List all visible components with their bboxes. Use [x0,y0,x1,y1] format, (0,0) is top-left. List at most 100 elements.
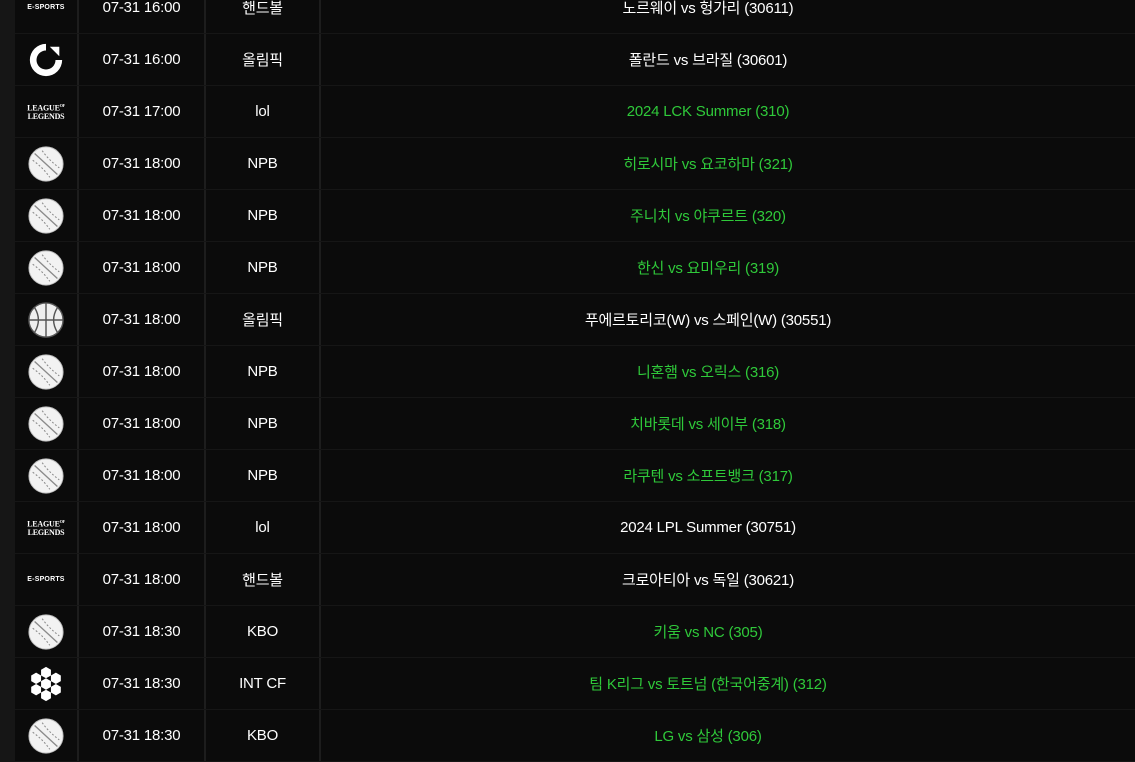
league-name: 올림픽 [206,34,321,85]
sport-icon-cell [15,606,79,657]
league-name: 핸드볼 [206,0,321,33]
sport-icon-cell [15,138,79,189]
soccer-icon [31,666,61,701]
match-time: 07-31 17:00 [79,86,206,137]
match-cell[interactable]: 니혼햄 vs 오릭스 (316) [321,346,1135,397]
sport-icon-cell [15,450,79,501]
baseball-icon [28,353,64,390]
baseball-icon [28,197,64,234]
sport-icon-cell [15,398,79,449]
baseball-icon [28,717,64,754]
table-row[interactable]: 07-31 18:30 KBO 키움 vs NC (305) [15,606,1135,657]
baseball-icon [28,145,64,182]
esports-icon: E-SPORTS [27,4,65,11]
match-cell[interactable]: 키움 vs NC (305) [321,606,1135,657]
league-name: NPB [206,346,321,397]
match-cell[interactable]: 치바롯데 vs 세이부 (318) [321,398,1135,449]
match-time: 07-31 18:00 [79,346,206,397]
league-name: NPB [206,398,321,449]
match-cell[interactable]: 라쿠텐 vs 소프트뱅크 (317) [321,450,1135,501]
match-link[interactable]: 주니치 vs 야쿠르트 (320) [630,205,786,226]
league-name: 올림픽 [206,294,321,345]
match-cell[interactable]: 히로시마 vs 요코하마 (321) [321,138,1135,189]
table-row[interactable]: 07-31 18:00 올림픽 푸에르토리코(W) vs 스페인(W) (305… [15,294,1135,345]
match-link[interactable]: 치바롯데 vs 세이부 (318) [630,413,786,434]
match-link[interactable]: 한신 vs 요미우리 (319) [637,257,779,278]
match-time: 07-31 18:00 [79,242,206,293]
table-row[interactable]: E-SPORTS 07-31 16:00 핸드볼 노르웨이 vs 헝가리 (30… [15,0,1135,33]
league-name: KBO [206,710,321,761]
match-link[interactable]: 2024 LCK Summer (310) [627,103,790,120]
league-of-legends-icon: LEAGUEOF LEGENDS [27,103,65,121]
table-row[interactable]: 07-31 18:00 NPB 치바롯데 vs 세이부 (318) [15,398,1135,449]
league-name: KBO [206,606,321,657]
match-time: 07-31 18:30 [79,710,206,761]
baseball-icon [28,405,64,442]
league-name: NPB [206,190,321,241]
match-cell[interactable]: 폴란드 vs 브라질 (30601) [321,34,1135,85]
match-link[interactable]: 니혼햄 vs 오릭스 (316) [637,361,779,382]
match-time: 07-31 18:30 [79,658,206,709]
sport-icon-cell [15,294,79,345]
match-link[interactable]: 히로시마 vs 요코하마 (321) [623,153,793,174]
match-time: 07-31 16:00 [79,0,206,33]
sport-icon-cell [15,346,79,397]
match-cell[interactable]: 2024 LCK Summer (310) [321,86,1135,137]
match-link[interactable]: 팀 K리그 vs 토트넘 (한국어중계) (312) [589,673,827,694]
match-cell[interactable]: 팀 K리그 vs 토트넘 (한국어중계) (312) [321,658,1135,709]
sport-icon-cell: LEAGUEOF LEGENDS [15,502,79,553]
sport-icon-cell: E-SPORTS [15,554,79,605]
match-cell[interactable]: 2024 LPL Summer (30751) [321,502,1135,553]
league-of-legends-icon: LEAGUEOF LEGENDS [27,519,65,537]
schedule-table: E-SPORTS 07-31 16:00 핸드볼 노르웨이 vs 헝가리 (30… [15,0,1135,762]
match-time: 07-31 18:00 [79,554,206,605]
match-time: 07-31 18:00 [79,138,206,189]
sport-icon-cell: E-SPORTS [15,0,79,33]
table-row[interactable]: 07-31 18:00 NPB 주니치 vs 야쿠르트 (320) [15,190,1135,241]
league-name: NPB [206,242,321,293]
league-name: 핸드볼 [206,554,321,605]
table-row[interactable]: 07-31 18:30 KBO LG vs 삼성 (306) [15,710,1135,761]
table-row[interactable]: 07-31 18:00 NPB 한신 vs 요미우리 (319) [15,242,1135,293]
match-link[interactable]: 키움 vs NC (305) [654,621,763,642]
match-link[interactable]: 2024 LPL Summer (30751) [620,519,796,536]
league-name: NPB [206,138,321,189]
match-time: 07-31 18:30 [79,606,206,657]
table-row[interactable]: 07-31 18:00 NPB 라쿠텐 vs 소프트뱅크 (317) [15,450,1135,501]
sport-icon-cell [15,658,79,709]
table-row[interactable]: LEAGUEOF LEGENDS 07-31 17:00 lol 2024 LCK… [15,86,1135,137]
match-link[interactable]: LG vs 삼성 (306) [654,725,762,746]
sport-icon-cell [15,34,79,85]
match-cell[interactable]: 주니치 vs 야쿠르트 (320) [321,190,1135,241]
table-row[interactable]: LEAGUEOF LEGENDS 07-31 18:00 lol 2024 LPL… [15,502,1135,553]
match-link[interactable]: 라쿠텐 vs 소프트뱅크 (317) [623,465,793,486]
match-cell[interactable]: 한신 vs 요미우리 (319) [321,242,1135,293]
match-time: 07-31 18:00 [79,450,206,501]
esports-icon: E-SPORTS [27,576,65,583]
baseball-icon [28,613,64,650]
table-row[interactable]: E-SPORTS 07-31 18:00 핸드볼 크로아티아 vs 독일 (30… [15,554,1135,605]
match-link[interactable]: 노르웨이 vs 헝가리 (30611) [623,0,794,18]
table-row[interactable]: 07-31 18:30 INT CF 팀 K리그 vs 토트넘 (한국어중계) … [15,658,1135,709]
match-link[interactable]: 폴란드 vs 브라질 (30601) [629,49,788,70]
sport-icon-cell [15,242,79,293]
table-row[interactable]: 07-31 18:00 NPB 니혼햄 vs 오릭스 (316) [15,346,1135,397]
match-time: 07-31 18:00 [79,294,206,345]
match-link[interactable]: 크로아티아 vs 독일 (30621) [622,569,794,590]
match-time: 07-31 18:00 [79,398,206,449]
match-cell[interactable]: LG vs 삼성 (306) [321,710,1135,761]
sport-icon-cell: LEAGUEOF LEGENDS [15,86,79,137]
match-cell[interactable]: 크로아티아 vs 독일 (30621) [321,554,1135,605]
table-row[interactable]: 07-31 16:00 올림픽 폴란드 vs 브라질 (30601) [15,34,1135,85]
basketball-icon [28,301,64,338]
table-row[interactable]: 07-31 18:00 NPB 히로시마 vs 요코하마 (321) [15,138,1135,189]
match-cell[interactable]: 푸에르토리코(W) vs 스페인(W) (30551) [321,294,1135,345]
match-cell[interactable]: 노르웨이 vs 헝가리 (30611) [321,0,1135,33]
match-link[interactable]: 푸에르토리코(W) vs 스페인(W) (30551) [585,309,832,330]
league-name: NPB [206,450,321,501]
olympic-icon [29,43,63,76]
league-name: INT CF [206,658,321,709]
baseball-icon [28,249,64,286]
match-time: 07-31 18:00 [79,190,206,241]
baseball-icon [28,457,64,494]
